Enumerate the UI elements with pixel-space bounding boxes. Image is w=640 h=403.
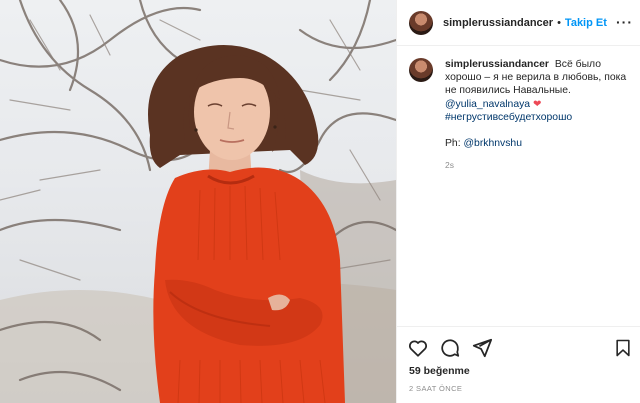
red-heart-emoji: ❤ [532,98,542,110]
caption-username-link[interactable]: simplerussiandancer [445,59,549,70]
hashtag-link[interactable]: #негрустивсебудетхорошо [445,112,572,123]
post-photo[interactable] [0,0,396,403]
mention-link[interactable]: @yulia_navalnaya [445,99,530,110]
more-horizontal-icon[interactable]: ··· [616,14,633,30]
post-header: simplerussiandancer • Takip Et ··· [397,0,640,46]
credit-handle-link[interactable]: @brkhnvshu [464,138,523,149]
photo-credit: Ph: @brkhnvshu [445,137,634,150]
caption-age[interactable]: 2s [445,159,634,172]
comment-icon[interactable] [439,337,461,359]
header-separator: • [557,16,561,29]
credit-prefix: Ph: [445,138,461,150]
bookmark-icon[interactable] [613,337,633,359]
post-details-panel: simplerussiandancer • Takip Et ··· simpl… [396,0,640,403]
header-username-link[interactable]: simplerussiandancer [443,17,553,29]
heart-outline-icon[interactable] [407,337,429,359]
post-actions: 59 beğenme 2 SAAT ÖNCE [397,326,640,403]
likes-count[interactable]: 59 beğenme [409,365,470,377]
follow-button[interactable]: Takip Et [565,17,607,29]
avatar[interactable] [409,10,433,35]
post-timestamp[interactable]: 2 SAAT ÖNCE [409,384,462,393]
photo-scene [0,0,396,403]
caption-comment: simplerussiandancer Всё было хорошо – я … [409,58,634,172]
action-icons [407,337,493,359]
caption-body: simplerussiandancer Всё было хорошо – я … [445,58,634,172]
share-icon[interactable] [471,337,493,359]
caption-avatar[interactable] [409,58,433,82]
